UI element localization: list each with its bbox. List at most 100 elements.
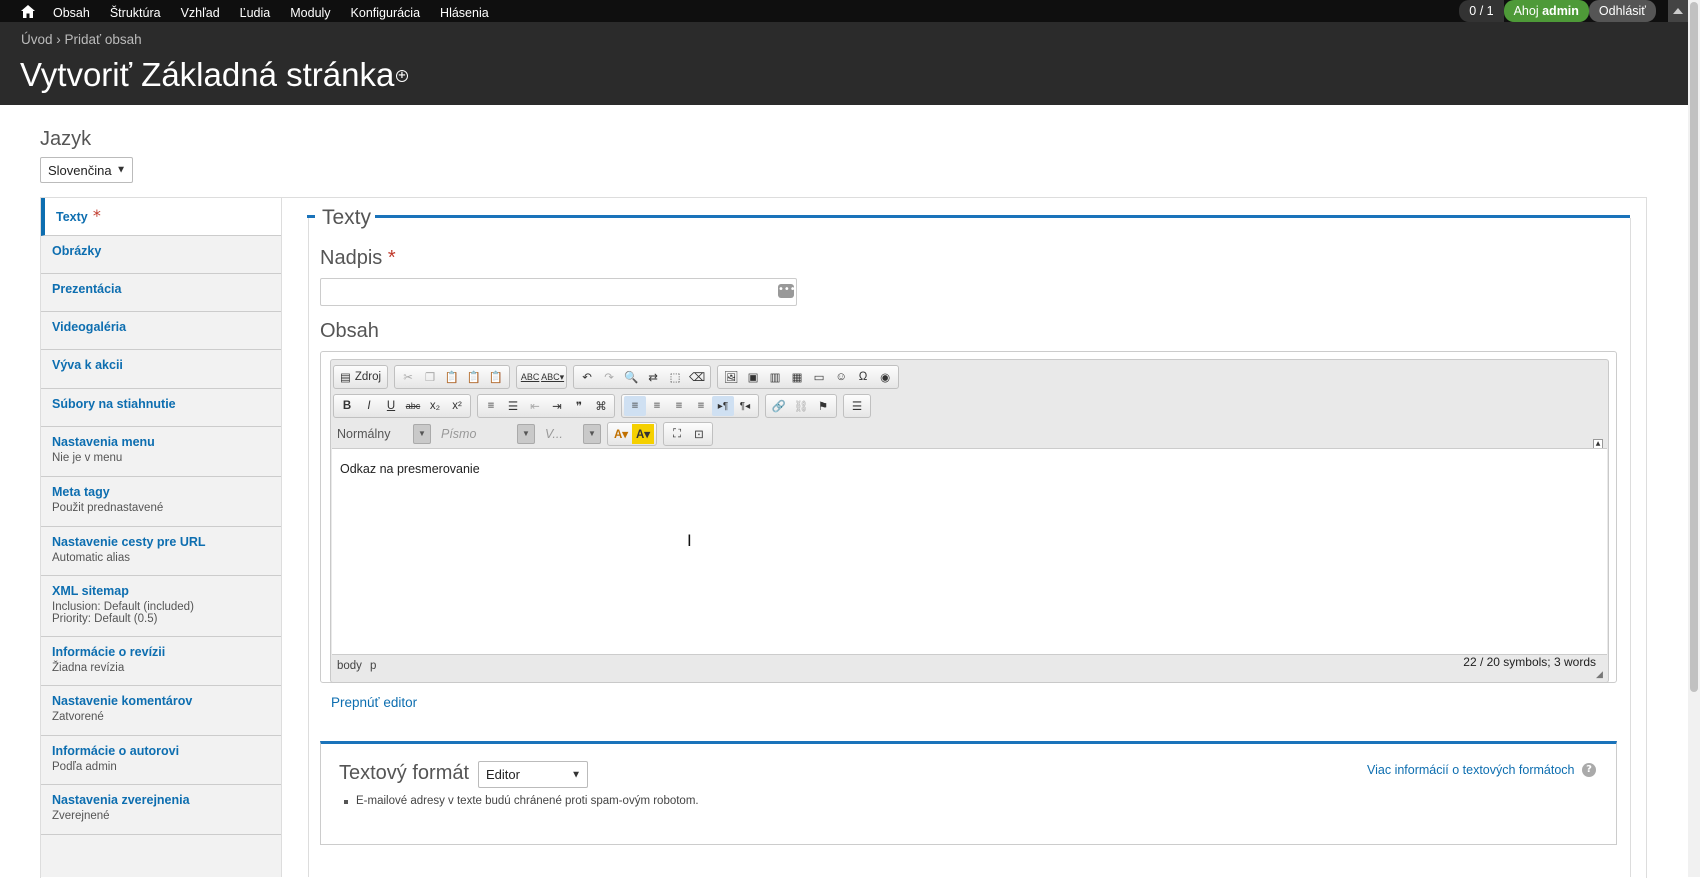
- vertical-tabs: Texty * Obrázky Prezentácia Videogaléria…: [41, 198, 282, 877]
- tab-zverejnenie[interactable]: Nastavenia zverejnenia Zverejnené: [41, 785, 281, 835]
- spellcheck-icon[interactable]: ABC: [519, 367, 541, 387]
- outdent-icon[interactable]: ⇤: [524, 396, 546, 416]
- format-combo[interactable]: Normálny ▼: [333, 423, 431, 445]
- undo-icon[interactable]: ↶: [576, 367, 598, 387]
- ellipsis-icon[interactable]: •••: [778, 284, 796, 298]
- path-body[interactable]: body: [337, 660, 362, 672]
- language-select[interactable]: Slovenčina ▼: [40, 157, 133, 183]
- special-char-icon[interactable]: Ω: [852, 367, 874, 387]
- tab-autor[interactable]: Informácie o autorovi Podľa admin: [41, 736, 281, 785]
- tab-nastavenia-menu[interactable]: Nastavenia menu Nie je v menu: [41, 427, 281, 477]
- indent-icon[interactable]: ⇥: [546, 396, 568, 416]
- replace-icon[interactable]: ⇄: [642, 367, 664, 387]
- page-break-icon[interactable]: ☰: [846, 396, 868, 416]
- image2-icon[interactable]: ▣: [742, 367, 764, 387]
- tab-vyva-k-akcii[interactable]: Výva k akcii: [41, 350, 281, 389]
- strike-icon[interactable]: abc: [402, 396, 424, 416]
- source-button[interactable]: ▤ Zdroj: [336, 367, 385, 387]
- editor-content-area[interactable]: Odkaz na presmerovanie I: [332, 448, 1607, 655]
- subscript-icon[interactable]: x₂: [424, 396, 446, 416]
- title-input[interactable]: •••: [320, 278, 797, 306]
- remove-format-icon[interactable]: ⌫: [686, 367, 708, 387]
- resize-handle-icon[interactable]: ◢: [1596, 670, 1606, 680]
- tab-xml-sitemap[interactable]: XML sitemap Inclusion: Default (included)…: [41, 576, 281, 637]
- menu-item-obsah[interactable]: Obsah: [53, 6, 90, 20]
- menu-item-ludia[interactable]: Ľudia: [240, 6, 271, 20]
- superscript-icon[interactable]: x²: [446, 396, 468, 416]
- paste-word-icon[interactable]: 📋: [485, 367, 507, 387]
- tab-meta-tagy[interactable]: Meta tagy Použit prednastavené: [41, 477, 281, 527]
- numbered-list-icon[interactable]: ≡: [480, 396, 502, 416]
- bg-color-icon[interactable]: A▾: [632, 424, 654, 444]
- redo-icon[interactable]: ↷: [598, 367, 620, 387]
- text-direction-rtl-icon[interactable]: ¶◂: [734, 396, 756, 416]
- size-combo[interactable]: V... ▼: [541, 423, 601, 445]
- tab-komentare[interactable]: Nastavenie komentárov Zatvorené: [41, 686, 281, 736]
- chevron-down-icon: ▼: [116, 164, 126, 176]
- tab-url-alias[interactable]: Nastavenie cesty pre URL Automatic alias: [41, 527, 281, 576]
- bold-icon[interactable]: B: [336, 396, 358, 416]
- scrollbar-thumb[interactable]: [1690, 2, 1698, 692]
- path-p[interactable]: p: [370, 660, 376, 672]
- breadcrumb-home[interactable]: Úvod: [21, 32, 53, 47]
- horizontal-rule-icon[interactable]: ▭: [808, 367, 830, 387]
- logout-button[interactable]: Odhlásiť: [1588, 0, 1656, 22]
- blockquote-icon[interactable]: ❞: [568, 396, 590, 416]
- align-right-icon[interactable]: ≡: [668, 396, 690, 416]
- smiley-icon[interactable]: ☺: [830, 367, 852, 387]
- home-icon[interactable]: [13, 0, 43, 22]
- spellcheck-menu-icon[interactable]: ABC▾: [541, 367, 564, 387]
- breadcrumb-add-content[interactable]: Pridať obsah: [65, 32, 142, 47]
- unlink-icon[interactable]: ⛓: [790, 396, 812, 416]
- anchor-icon[interactable]: ⚑: [812, 396, 834, 416]
- text-format-select[interactable]: Editor ▼: [478, 761, 588, 788]
- shortcut-count[interactable]: 0 / 1: [1459, 0, 1504, 22]
- italic-icon[interactable]: I: [358, 396, 380, 416]
- font-combo[interactable]: Písmo ▼: [437, 423, 535, 445]
- tab-revizia[interactable]: Informácie o revízii Žiadna revízia: [41, 637, 281, 686]
- tab-prezentacia[interactable]: Prezentácia: [41, 274, 281, 312]
- menu-item-konfiguracia[interactable]: Konfigurácia: [351, 6, 421, 20]
- legend-line-left: [307, 215, 315, 218]
- tab-texty[interactable]: Texty *: [41, 198, 281, 236]
- menu-item-struktura[interactable]: Štruktúra: [110, 6, 161, 20]
- switch-editor-link[interactable]: Prepnúť editor: [331, 695, 417, 710]
- find-icon[interactable]: 🔍: [620, 367, 642, 387]
- bulleted-list-icon[interactable]: ☰: [502, 396, 524, 416]
- paste-text-icon[interactable]: 📋: [463, 367, 485, 387]
- select-all-icon[interactable]: ⬚: [664, 367, 686, 387]
- show-blocks-icon[interactable]: ⊡: [688, 424, 710, 444]
- tab-obrazky[interactable]: Obrázky: [41, 236, 281, 274]
- menu-item-hlasenia[interactable]: Hlásenia: [440, 6, 489, 20]
- div-container-icon[interactable]: ⌘: [590, 396, 612, 416]
- user-greeting[interactable]: Ahoj admin: [1503, 0, 1589, 22]
- toolbar-toggle-icon[interactable]: [1668, 0, 1688, 22]
- tab-subory[interactable]: Súbory na stiahnutie: [41, 389, 281, 427]
- align-center-icon[interactable]: ≡: [646, 396, 668, 416]
- image-icon[interactable]: 🖼: [720, 367, 742, 387]
- text-color-icon[interactable]: A▾: [610, 424, 632, 444]
- link-icon[interactable]: 🔗: [768, 396, 790, 416]
- text-format-help-link[interactable]: Viac informácií o textových formátoch: [1367, 763, 1575, 777]
- align-justify-icon[interactable]: ≡: [690, 396, 712, 416]
- page-title: Vytvoriť Základná stránka: [20, 56, 395, 93]
- help-icon[interactable]: ?: [1582, 763, 1596, 777]
- underline-icon[interactable]: U: [380, 396, 402, 416]
- cut-icon[interactable]: ✂: [397, 367, 419, 387]
- tab-summary: Zatvorené: [52, 711, 104, 723]
- copy-icon[interactable]: ❐: [419, 367, 441, 387]
- text-direction-ltr-icon[interactable]: ▸¶: [712, 396, 734, 416]
- tab-videogaleria[interactable]: Videogaléria: [41, 312, 281, 350]
- iframe-icon[interactable]: ◉: [874, 367, 896, 387]
- editor-content-text[interactable]: Odkaz na presmerovanie: [340, 462, 480, 476]
- table-icon[interactable]: ▦: [786, 367, 808, 387]
- paste-icon[interactable]: 📋: [441, 367, 463, 387]
- page-scrollbar[interactable]: [1688, 0, 1700, 877]
- menu-item-moduly[interactable]: Moduly: [290, 6, 330, 20]
- menu-item-vzhlad[interactable]: Vzhľad: [181, 6, 220, 20]
- maximize-icon[interactable]: ⛶: [666, 424, 688, 444]
- align-left-icon[interactable]: ≡: [624, 396, 646, 416]
- page-icon: ▤: [340, 372, 351, 384]
- flash-icon[interactable]: ▥: [764, 367, 786, 387]
- add-shortcut-icon[interactable]: +: [396, 70, 408, 82]
